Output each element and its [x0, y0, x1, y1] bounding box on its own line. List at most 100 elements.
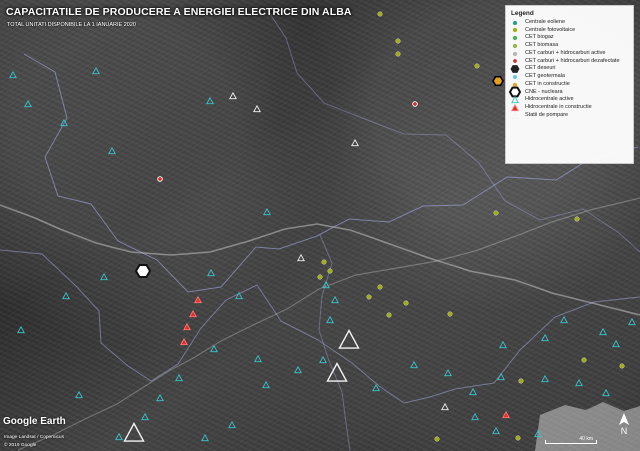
hexagon-orange-marker[interactable]	[492, 75, 504, 87]
triangle-cyan-marker[interactable]	[612, 339, 620, 348]
triangle-cyan-marker[interactable]	[469, 387, 477, 396]
circle-olive-marker[interactable]	[327, 268, 333, 274]
circle-olive-marker[interactable]	[474, 63, 480, 69]
circle-olive-marker[interactable]	[434, 436, 440, 442]
circle-grey-marker[interactable]	[512, 51, 518, 57]
circle-olive-marker[interactable]	[512, 27, 518, 33]
triangle-cyan-marker[interactable]	[319, 355, 327, 364]
triangle-white-marker[interactable]	[229, 91, 237, 100]
triangle-white-marker[interactable]	[123, 422, 145, 442]
circle-red-outline-marker[interactable]	[412, 101, 418, 107]
triangle-cyan-marker[interactable]	[444, 368, 452, 377]
legend-list: Centrale eoliene Centrale fotovoltaice CET…	[508, 19, 628, 120]
triangle-cyan-marker[interactable]	[17, 325, 25, 334]
circle-olive-marker[interactable]	[574, 216, 580, 222]
triangle-cyan-marker[interactable]	[541, 333, 549, 342]
legend-item: CET biogaz	[511, 34, 628, 42]
triangle-cyan-marker[interactable]	[75, 390, 83, 399]
circle-olive-marker[interactable]	[515, 435, 521, 441]
circle-lightgreen-marker[interactable]	[512, 43, 518, 49]
circle-olive-marker[interactable]	[403, 300, 409, 306]
triangle-white-symbol	[511, 111, 519, 119]
map-subtitle: TOTAL UNITATI DISPONIBILE LA 1 IANUARIE …	[7, 22, 136, 28]
triangle-white-marker[interactable]	[351, 138, 359, 147]
triangle-cyan-marker[interactable]	[108, 146, 116, 155]
triangle-cyan-marker[interactable]	[331, 295, 339, 304]
legend-label: CET carburi + hidrocarburi dezafectate	[525, 57, 620, 64]
triangle-cyan-marker[interactable]	[499, 340, 507, 349]
triangle-cyan-marker[interactable]	[471, 412, 479, 421]
triangle-red-marker[interactable]	[194, 295, 202, 304]
triangle-cyan-marker[interactable]	[100, 272, 108, 281]
triangle-cyan-marker[interactable]	[235, 291, 243, 300]
circle-red-outline-marker[interactable]	[512, 58, 518, 65]
triangle-cyan-marker[interactable]	[262, 380, 270, 389]
legend-label: Hidrocentrale active	[525, 96, 574, 103]
circle-green-marker[interactable]	[512, 35, 518, 41]
triangle-cyan-marker[interactable]	[156, 393, 164, 402]
triangle-cyan-marker[interactable]	[175, 373, 183, 382]
triangle-white-marker[interactable]	[297, 253, 305, 262]
legend-panel: Legend Centrale eoliene Centrale fotovolt…	[505, 5, 634, 164]
triangle-cyan-marker[interactable]	[115, 432, 123, 441]
legend-label: CNE - nucleara	[525, 88, 563, 95]
triangle-cyan-marker[interactable]	[628, 317, 636, 326]
hexagon-white-marker[interactable]	[134, 263, 152, 279]
circle-orange-marker[interactable]	[512, 82, 518, 88]
legend-item: Centrale fotovoltaice	[511, 27, 628, 35]
triangle-red-marker[interactable]	[502, 410, 510, 419]
circle-olive-marker[interactable]	[493, 210, 499, 216]
imagery-credit: Image Landsat / Copernicus	[4, 435, 64, 440]
legend-item: Statii de pompare	[511, 111, 628, 120]
triangle-white-marker[interactable]	[338, 329, 360, 349]
circle-olive-marker[interactable]	[366, 294, 372, 300]
circle-olive-marker[interactable]	[395, 51, 401, 57]
legend-label: CET carburi + hidrocarburi active	[525, 49, 606, 56]
circle-olive-marker[interactable]	[619, 363, 625, 369]
triangle-cyan-marker[interactable]	[541, 374, 549, 383]
triangle-cyan-marker[interactable]	[92, 66, 100, 75]
circle-lightblue-marker[interactable]	[512, 74, 518, 80]
triangle-red-marker[interactable]	[511, 103, 519, 112]
circle-olive-marker[interactable]	[317, 274, 323, 280]
triangle-cyan-marker[interactable]	[602, 388, 610, 397]
triangle-cyan-marker[interactable]	[62, 291, 70, 300]
triangle-cyan-marker[interactable]	[511, 95, 519, 104]
triangle-cyan-marker[interactable]	[575, 378, 583, 387]
circle-red-outline-marker[interactable]	[157, 176, 163, 182]
triangle-cyan-marker[interactable]	[492, 426, 500, 435]
triangle-cyan-marker[interactable]	[228, 420, 236, 429]
triangle-cyan-marker[interactable]	[294, 365, 302, 374]
triangle-cyan-marker[interactable]	[254, 354, 262, 363]
triangle-cyan-marker[interactable]	[560, 315, 568, 324]
legend-item: CET carburi + hidrocarburi active	[511, 50, 628, 58]
triangle-cyan-marker[interactable]	[326, 315, 334, 324]
triangle-white-marker[interactable]	[253, 104, 261, 113]
legend-label: CET geotermala	[525, 73, 565, 79]
triangle-white-marker[interactable]	[441, 402, 449, 411]
triangle-cyan-marker[interactable]	[207, 268, 215, 277]
circle-olive-marker[interactable]	[377, 11, 383, 17]
circle-olive-marker[interactable]	[447, 311, 453, 317]
circle-olive-marker[interactable]	[377, 284, 383, 290]
circle-teal-marker[interactable]	[512, 20, 518, 26]
circle-olive-marker[interactable]	[321, 259, 327, 265]
triangle-cyan-marker[interactable]	[201, 433, 209, 442]
circle-olive-marker[interactable]	[518, 378, 524, 384]
circle-olive-marker[interactable]	[386, 312, 392, 318]
triangle-cyan-marker[interactable]	[9, 70, 17, 79]
triangle-cyan-marker[interactable]	[410, 360, 418, 369]
circle-olive-marker[interactable]	[395, 38, 401, 44]
map-view[interactable]: CAPACITATILE DE PRODUCERE A ENERGIEI ELE…	[0, 0, 640, 451]
triangle-cyan-marker[interactable]	[599, 327, 607, 336]
triangle-cyan-marker[interactable]	[141, 412, 149, 421]
triangle-cyan-marker[interactable]	[24, 99, 32, 108]
triangle-red-marker[interactable]	[183, 322, 191, 331]
triangle-white-marker[interactable]	[511, 111, 519, 119]
triangle-cyan-marker[interactable]	[263, 207, 271, 216]
triangle-red-marker[interactable]	[189, 309, 197, 318]
circle-olive-marker[interactable]	[581, 357, 587, 363]
triangle-cyan-marker[interactable]	[206, 96, 214, 105]
triangle-red-marker[interactable]	[180, 337, 188, 346]
triangle-white-marker[interactable]	[326, 362, 348, 382]
